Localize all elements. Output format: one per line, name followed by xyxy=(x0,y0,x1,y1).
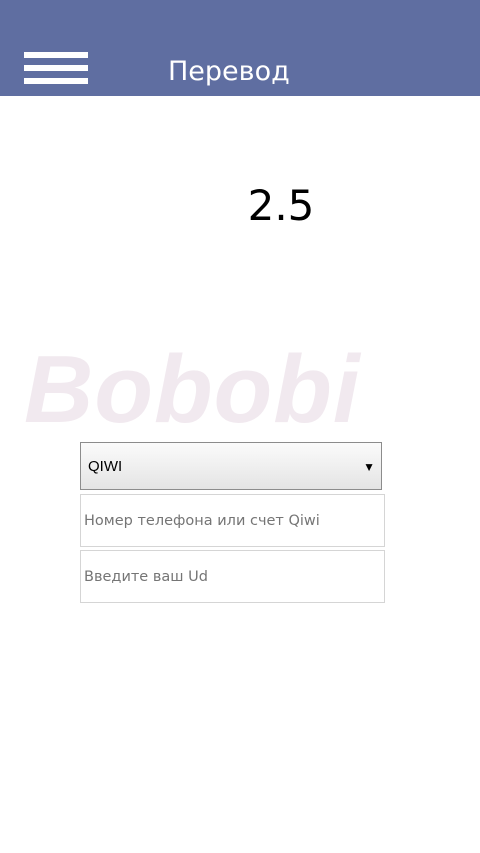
payment-method-select[interactable]: QIWI ▼ xyxy=(80,442,382,490)
balance-value: 2.5 xyxy=(247,181,315,230)
top-app-bar: Перевод xyxy=(0,0,480,96)
phone-or-account-input[interactable] xyxy=(80,494,385,547)
menu-line xyxy=(24,78,88,84)
user-id-input[interactable] xyxy=(80,550,385,603)
menu-line xyxy=(24,52,88,58)
page-title: Перевод xyxy=(168,56,290,87)
dropdown-arrow-icon: ▼ xyxy=(363,460,375,474)
watermark-logo: Bobobi xyxy=(24,336,361,443)
hamburger-menu-icon[interactable] xyxy=(24,50,88,86)
payment-method-selected: QIWI xyxy=(88,458,123,475)
menu-line xyxy=(24,65,88,71)
